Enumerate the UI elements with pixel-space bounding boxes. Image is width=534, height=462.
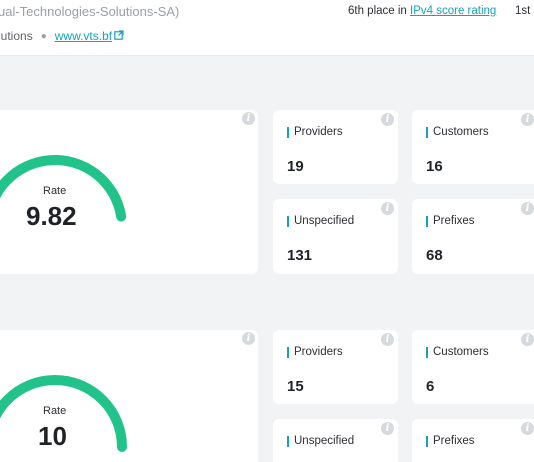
info-icon[interactable]: i — [521, 113, 534, 126]
rate-label: Rate — [43, 185, 67, 197]
separator-dot: ● — [40, 30, 47, 42]
info-icon[interactable]: i — [381, 333, 394, 346]
info-icon[interactable]: i — [242, 332, 255, 345]
stat-label: Providers — [287, 346, 343, 358]
network-name: ual-Technologies-Solutions-SA) — [0, 4, 180, 19]
stat-label: Customers — [426, 346, 489, 358]
external-link-icon[interactable] — [114, 29, 124, 43]
stat-card-prefixes: i Prefixes 68 — [412, 199, 534, 274]
stat-card-unspecified: i Unspecified — [273, 419, 398, 462]
stat-value: 131 — [287, 247, 313, 264]
info-icon[interactable]: i — [381, 202, 394, 215]
stat-label: Providers — [287, 126, 343, 138]
stat-value: 16 — [426, 158, 443, 175]
stat-card-prefixes: i Prefixes — [412, 419, 534, 462]
stat-card-customers: i Customers 16 — [412, 110, 534, 184]
rank-info: 6th place in IPv4 score rating — [348, 5, 496, 17]
info-icon[interactable]: i — [381, 422, 394, 435]
header-subtitle: lutions ● www.vts.bf — [0, 29, 124, 43]
stat-label: Prefixes — [426, 435, 475, 447]
rate-value: 10 — [38, 421, 67, 451]
stat-value: 68 — [426, 247, 443, 264]
rank-text: 6th place in — [348, 5, 411, 17]
rate-card-1: i Rate 9.82 — [0, 110, 258, 274]
page-header: ual-Technologies-Solutions-SA) 6th place… — [0, 0, 534, 56]
rate-gauge-1 — [0, 155, 127, 222]
info-icon[interactable]: i — [521, 333, 534, 346]
stat-value: 19 — [287, 158, 304, 175]
stat-label: Customers — [426, 126, 489, 138]
stat-value: 6 — [426, 378, 435, 395]
info-icon[interactable]: i — [521, 202, 534, 215]
stat-label: Unspecified — [287, 215, 354, 227]
rank-info-2: 1st p — [515, 5, 534, 17]
website-link[interactable]: www.vts.bf — [55, 29, 112, 43]
organization-name: lutions — [0, 29, 33, 43]
rate-card-2: i Rate 10 — [0, 330, 258, 462]
rate-value: 9.82 — [26, 201, 77, 231]
info-icon[interactable]: i — [242, 112, 255, 125]
stat-card-providers: i Providers 15 — [273, 330, 398, 404]
rate-label: Rate — [43, 405, 67, 417]
ipv4-rating-link[interactable]: IPv4 score rating — [410, 5, 496, 17]
stat-card-unspecified: i Unspecified 131 — [273, 199, 398, 274]
stat-card-providers: i Providers 19 — [273, 110, 398, 184]
stat-label: Prefixes — [426, 215, 475, 227]
stat-card-customers: i Customers 6 — [412, 330, 534, 404]
info-icon[interactable]: i — [521, 422, 534, 435]
info-icon[interactable]: i — [381, 113, 394, 126]
stat-label: Unspecified — [287, 435, 354, 447]
stat-value: 15 — [287, 378, 304, 395]
